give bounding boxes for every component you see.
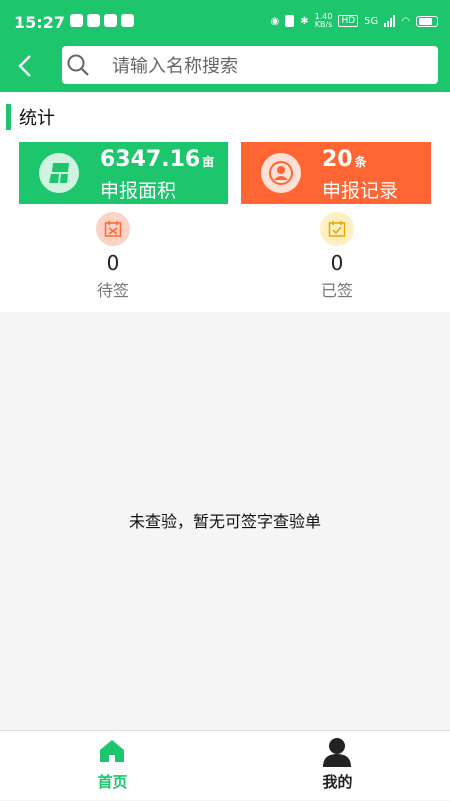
area-value: 6347.16 亩: [100, 147, 215, 172]
signed-label: 已签: [320, 281, 353, 300]
location-icon: ◉: [270, 15, 280, 27]
nav-home-label: 首页: [97, 773, 128, 791]
section-title: 统计: [6, 104, 55, 130]
status-time: 15:27: [14, 13, 65, 32]
app-notification-icon: [70, 14, 83, 27]
app-notification-icon: [121, 14, 134, 27]
search-bar[interactable]: [62, 46, 438, 84]
status-bar: 15:27 ◉ ✱ 1.40 KB/s HD 5G ◠: [0, 0, 450, 44]
top-bar: 15:27 ◉ ✱ 1.40 KB/s HD 5G ◠: [0, 0, 450, 92]
empty-state-message: 未查验，暂无可签字查验单: [128, 512, 321, 531]
signal-icon: [384, 15, 396, 27]
app-notification-icon: [104, 14, 117, 27]
stats-section: 统计 6347.16 亩 申报面积 20 条 申报记录 0 待签 0 已签: [0, 92, 450, 312]
area-label: 申报面积: [100, 180, 177, 202]
battery-icon: [416, 15, 438, 27]
wifi-icon: ◠: [401, 15, 410, 27]
record-user-icon: [261, 153, 301, 193]
pending-count: 0: [106, 251, 120, 275]
notification-icons: [70, 14, 134, 27]
records-value: 20 条: [322, 147, 367, 172]
land-area-icon: [39, 153, 79, 193]
area-tile[interactable]: 6347.16 亩 申报面积: [19, 142, 228, 204]
back-button[interactable]: [12, 52, 40, 80]
signed-calendar-icon: [320, 212, 354, 246]
nav-mine[interactable]: 我的: [225, 731, 450, 801]
title-accent-bar: [6, 104, 11, 130]
net-speed: 1.40 KB/s: [314, 12, 333, 29]
signed-stat[interactable]: 0 已签: [297, 212, 377, 301]
user-icon: [323, 738, 351, 767]
vibrate-icon: [285, 15, 295, 27]
signal-label: 5G: [364, 15, 379, 27]
pending-calendar-icon: [96, 212, 130, 246]
back-arrow-icon: [18, 55, 31, 77]
system-tray: ◉ ✱ 1.40 KB/s HD 5G ◠: [270, 12, 438, 29]
bluetooth-icon: ✱: [300, 15, 309, 27]
app-notification-icon: [87, 14, 100, 27]
hd-badge: HD: [338, 15, 359, 27]
search-input[interactable]: [110, 52, 424, 80]
records-label: 申报记录: [322, 180, 399, 202]
pending-label: 待签: [96, 281, 129, 300]
bottom-nav: 首页 我的: [0, 730, 450, 800]
nav-mine-label: 我的: [322, 773, 353, 791]
records-tile[interactable]: 20 条 申报记录: [241, 142, 431, 204]
home-icon: [100, 740, 124, 762]
signed-count: 0: [330, 251, 344, 275]
nav-home[interactable]: 首页: [0, 731, 225, 801]
pending-stat[interactable]: 0 待签: [73, 212, 153, 301]
search-icon: [67, 54, 89, 76]
